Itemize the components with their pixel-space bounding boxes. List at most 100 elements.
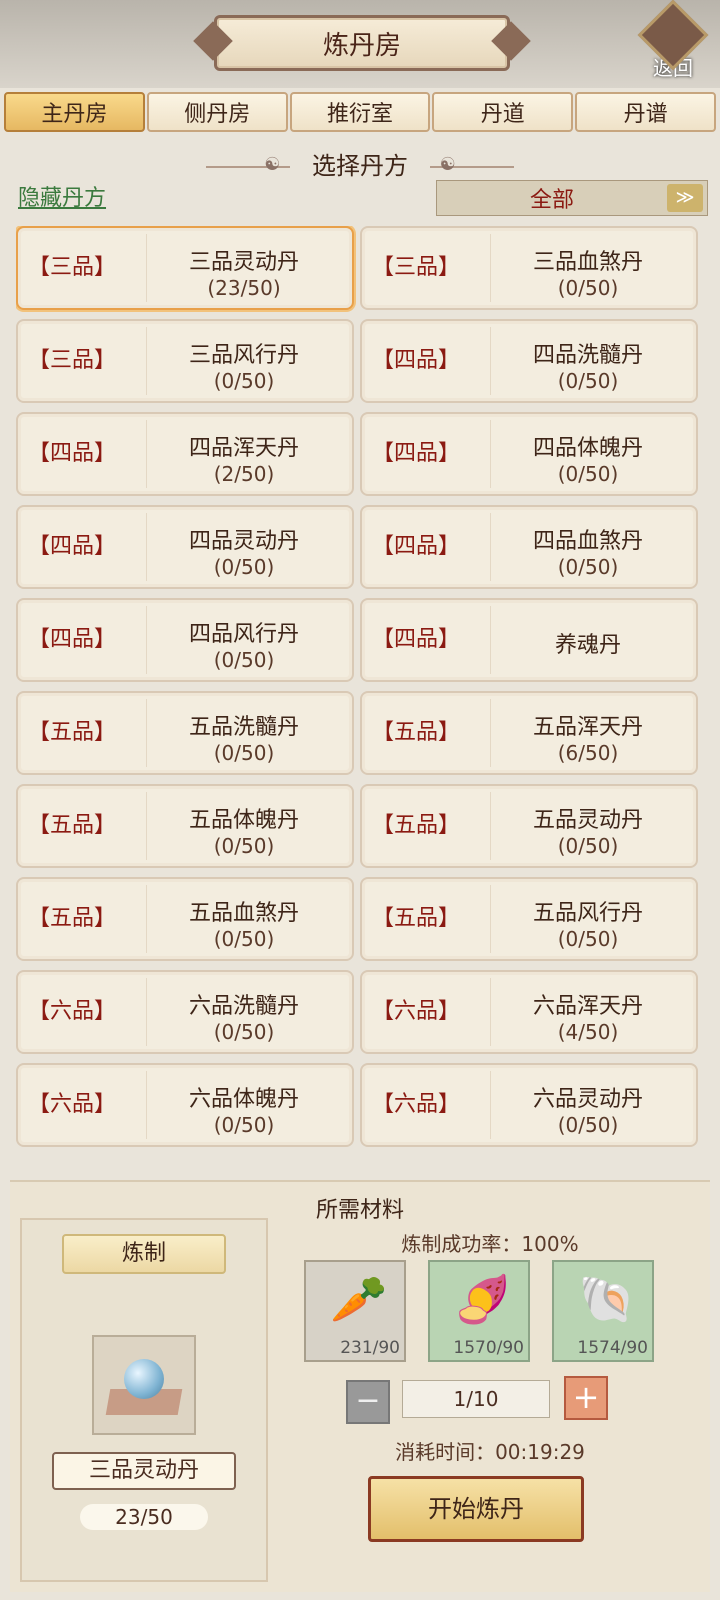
- recipe-count: (0/50): [213, 555, 275, 579]
- filter-dropdown[interactable]: 全部 ≫: [436, 180, 708, 216]
- recipe-count: (0/50): [213, 369, 275, 393]
- recipe-name: 四品浑天丹: [188, 436, 299, 461]
- recipe-grade: 【四品】: [372, 414, 491, 494]
- materials-panel: 所需材料 炼制 三品灵动丹 23/50 炼制成功率：100% 🥕 231/90 …: [10, 1180, 710, 1592]
- pill-icon: [124, 1359, 164, 1399]
- material-slot[interactable]: 🍠 1570/90: [428, 1260, 530, 1362]
- recipe-card[interactable]: 【六品】 六品洗髓丹 (0/50): [16, 970, 354, 1054]
- recipe-list[interactable]: 【三品】 三品灵动丹 (23/50) 【三品】 三品血煞丹 (0/50) 【三品】 三品风行丹…: [16, 226, 708, 1170]
- recipe-name: 四品血煞丹: [532, 529, 643, 554]
- recipe-card[interactable]: 【三品】 三品血煞丹 (0/50): [360, 226, 698, 310]
- recipe-count: (0/50): [213, 1020, 275, 1044]
- time-cost: 消耗时间：00:19:29: [395, 1440, 585, 1464]
- recipe-card[interactable]: 【六品】 六品体魄丹 (0/50): [16, 1063, 354, 1147]
- recipe-grade: 【五品】: [372, 786, 491, 866]
- pill-slot[interactable]: [92, 1335, 196, 1435]
- recipe-name: 养魂丹: [554, 633, 621, 658]
- material-slot[interactable]: 🥕 231/90: [304, 1260, 406, 1362]
- recipe-grade: 【五品】: [28, 879, 147, 959]
- recipe-grade: 【四品】: [372, 600, 491, 680]
- recipe-grade: 【四品】: [28, 507, 147, 587]
- recipe-grade: 【四品】: [28, 600, 147, 680]
- recipe-card[interactable]: 【四品】 四品浑天丹 (2/50): [16, 412, 354, 496]
- recipe-card[interactable]: 【五品】 五品体魄丹 (0/50): [16, 784, 354, 868]
- increase-button[interactable]: +: [564, 1376, 608, 1420]
- selected-pill-count: 23/50: [80, 1504, 208, 1530]
- tab-recipe-book[interactable]: 丹谱: [575, 92, 716, 132]
- back-button[interactable]: 返回: [637, 0, 709, 80]
- recipe-name: 三品风行丹: [188, 343, 299, 368]
- recipe-count: (4/50): [557, 1020, 619, 1044]
- recipe-card[interactable]: 【五品】 五品血煞丹 (0/50): [16, 877, 354, 961]
- recipe-card[interactable]: 【四品】 四品风行丹 (0/50): [16, 598, 354, 682]
- hide-recipes-link[interactable]: 隐藏丹方: [18, 180, 106, 212]
- recipe-count: (0/50): [213, 648, 275, 672]
- recipe-count: (0/50): [213, 1113, 275, 1137]
- recipe-count: (0/50): [557, 462, 619, 486]
- recipe-card[interactable]: 【五品】 五品风行丹 (0/50): [360, 877, 698, 961]
- recipe-card[interactable]: 【五品】 五品浑天丹 (6/50): [360, 691, 698, 775]
- recipe-grade: 【三品】: [28, 321, 147, 401]
- selected-pill-name: 三品灵动丹: [52, 1452, 236, 1490]
- recipe-name: 六品洗髓丹: [188, 994, 299, 1019]
- recipe-card[interactable]: 【四品】 养魂丹: [360, 598, 698, 682]
- recipe-grade: 【三品】: [28, 228, 147, 308]
- material-count: 1574/90: [577, 1338, 648, 1358]
- recipe-card[interactable]: 【四品】 四品灵动丹 (0/50): [16, 505, 354, 589]
- section-title-text: 选择丹方: [312, 152, 408, 180]
- material-count: 1570/90: [453, 1338, 524, 1358]
- recipe-count: (0/50): [557, 555, 619, 579]
- recipe-count: (0/50): [213, 741, 275, 765]
- recipe-name: 五品体魄丹: [188, 808, 299, 833]
- yin-yang-icon: [206, 154, 291, 175]
- recipe-grade: 【三品】: [372, 228, 491, 308]
- recipe-card[interactable]: 【四品】 四品血煞丹 (0/50): [360, 505, 698, 589]
- recipe-count: (23/50): [207, 276, 281, 300]
- recipe-count: (0/50): [557, 927, 619, 951]
- recipe-grade: 【四品】: [372, 321, 491, 401]
- recipe-name: 六品体魄丹: [188, 1087, 299, 1112]
- recipe-card[interactable]: 【三品】 三品灵动丹 (23/50): [16, 226, 354, 310]
- chevron-down-icon: ≫: [667, 184, 703, 212]
- recipe-name: 三品灵动丹: [188, 250, 299, 275]
- coiled-root-icon: 🐚: [578, 1272, 636, 1326]
- recipe-card[interactable]: 【六品】 六品浑天丹 (4/50): [360, 970, 698, 1054]
- recipe-count: (0/50): [557, 834, 619, 858]
- recipe-count: (0/50): [557, 369, 619, 393]
- recipe-name: 五品浑天丹: [532, 715, 643, 740]
- recipe-card[interactable]: 【六品】 六品灵动丹 (0/50): [360, 1063, 698, 1147]
- recipe-count: (6/50): [557, 741, 619, 765]
- tab-deduction-room[interactable]: 推衍室: [289, 92, 431, 132]
- recipe-count: (0/50): [213, 834, 275, 858]
- recipe-count: (0/50): [557, 276, 619, 300]
- recipe-name: 三品血煞丹: [532, 250, 643, 275]
- tab-alchemy-path[interactable]: 丹道: [432, 92, 574, 132]
- recipe-count: (2/50): [213, 462, 275, 486]
- recipe-grade: 【五品】: [28, 786, 147, 866]
- recipe-grade: 【五品】: [372, 693, 491, 773]
- recipe-card[interactable]: 【五品】 五品灵动丹 (0/50): [360, 784, 698, 868]
- recipe-name: 四品风行丹: [188, 622, 299, 647]
- recipe-card[interactable]: 【四品】 四品体魄丹 (0/50): [360, 412, 698, 496]
- recipe-card[interactable]: 【五品】 五品洗髓丹 (0/50): [16, 691, 354, 775]
- yin-yang-icon: [429, 154, 514, 175]
- recipe-card[interactable]: 【三品】 三品风行丹 (0/50): [16, 319, 354, 403]
- ginseng-root-icon: 🥕: [330, 1272, 388, 1326]
- tab-main-room[interactable]: 主丹房: [4, 92, 145, 132]
- tab-side-room[interactable]: 侧丹房: [146, 92, 288, 132]
- recipe-grade: 【六品】: [28, 1065, 147, 1145]
- decrease-button[interactable]: −: [346, 1380, 390, 1424]
- recipe-name: 六品灵动丹: [532, 1087, 643, 1112]
- recipe-name: 五品血煞丹: [188, 901, 299, 926]
- start-refining-button[interactable]: 开始炼丹: [368, 1476, 584, 1542]
- recipe-grade: 【六品】: [372, 1065, 491, 1145]
- recipe-grade: 【四品】: [372, 507, 491, 587]
- recipe-grade: 【五品】: [28, 693, 147, 773]
- recipe-grade: 【四品】: [28, 414, 147, 494]
- material-slot[interactable]: 🐚 1574/90: [552, 1260, 654, 1362]
- recipe-name: 五品灵动丹: [532, 808, 643, 833]
- recipe-count: (0/50): [213, 927, 275, 951]
- section-title: 选择丹方: [0, 146, 720, 181]
- recipe-grade: 【六品】: [372, 972, 491, 1052]
- recipe-card[interactable]: 【四品】 四品洗髓丹 (0/50): [360, 319, 698, 403]
